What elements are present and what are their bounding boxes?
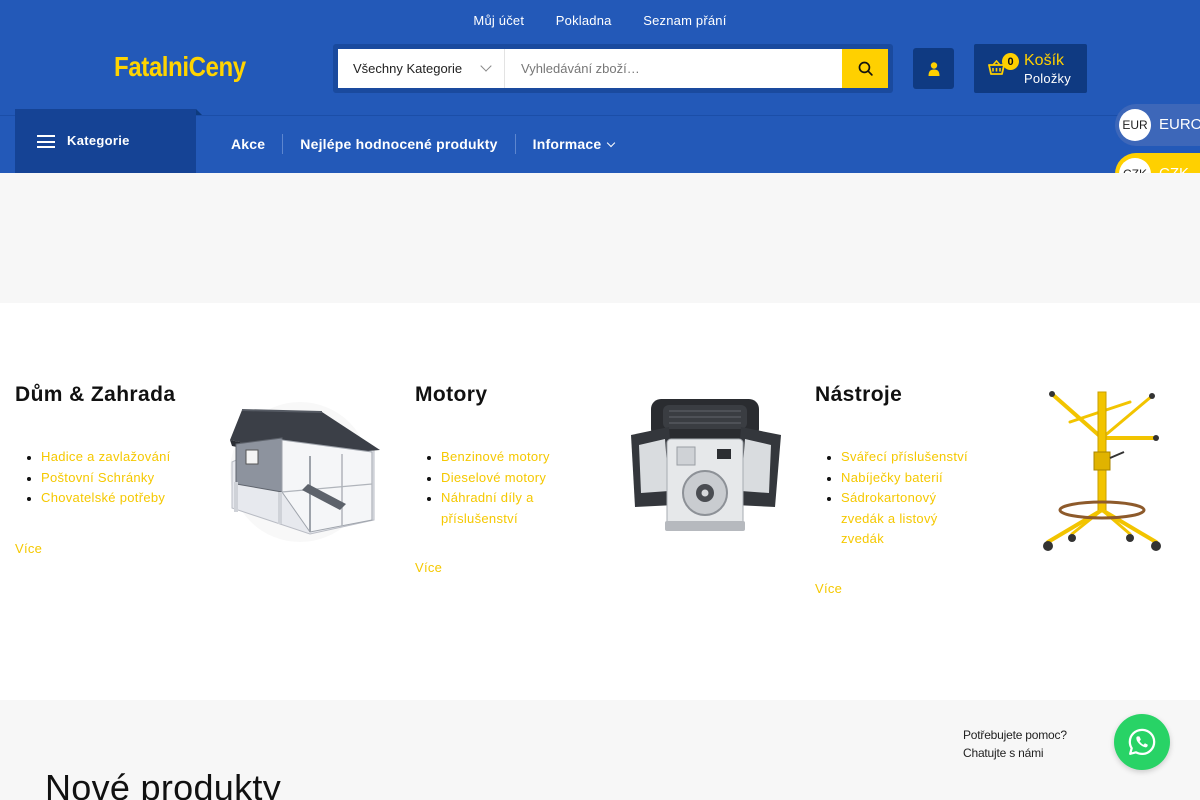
top-link-my-account[interactable]: Můj účet [473,13,524,28]
subcategory-link[interactable]: Sádrokartonový zvedák a listový zvedák [841,488,975,550]
account-button[interactable] [913,48,954,89]
categories-menu-label: Kategorie [67,133,130,148]
search-icon [858,61,873,76]
subcategory-list: Hadice a zavlažování Poštovní Schránky C… [15,447,185,509]
page: Můj účet Pokladna Seznam přání FatalniCe… [0,0,1200,800]
subcategory-link[interactable]: Dieselové motory [441,468,565,489]
nav-item-akce[interactable]: Akce [214,136,282,152]
subcategory-list: Svářecí příslušenství Nabíječky baterií … [815,447,975,550]
subcategory-link[interactable]: Poštovní Schránky [41,468,185,489]
more-link[interactable]: Více [815,581,1200,596]
currency-eur-code: EUR [1119,109,1151,141]
chicken-coop-image[interactable] [212,392,387,552]
categories-menu-button[interactable]: Kategorie [15,109,202,173]
hamburger-icon [37,135,55,148]
user-icon [928,61,939,76]
site-logo[interactable]: FatalniCeny [114,51,246,83]
whatsapp-icon [1128,728,1156,756]
category-select[interactable]: Všechny Kategorie [338,49,505,88]
search-button[interactable] [842,49,888,88]
chevron-down-icon [607,138,616,147]
currency-eur-name: EURO [1159,116,1200,133]
nav-links: Akce Nejlépe hodnocené produkty Informac… [214,121,631,167]
search-bar: Všechny Kategorie [333,44,893,93]
subcategory-list: Benzinové motory Dieselové motory Náhrad… [415,447,565,529]
new-products-title: Nové produkty [45,767,282,800]
engine-image[interactable] [625,395,785,535]
chat-help-line-1: Potřebujete pomoc? [963,728,1067,742]
category-select-value: Všechny Kategorie [353,61,463,76]
subcategory-link[interactable]: Hadice a zavlažování [41,447,185,468]
nav-item-informace-label: Informace [532,136,602,152]
top-link-wishlist[interactable]: Seznam přání [643,13,726,28]
cart-subtitle: Položky [1024,71,1071,86]
more-link[interactable]: Více [415,560,805,575]
nav-item-informace[interactable]: Informace [516,136,632,152]
chevron-down-icon [480,60,492,72]
subcategory-link[interactable]: Nabíječky baterií [841,468,975,489]
top-link-checkout[interactable]: Pokladna [556,13,612,28]
subcategory-link[interactable]: Svářecí příslušenství [841,447,975,468]
chat-help-line-2: Chatujte s námi [963,746,1044,760]
search-inner: Všechny Kategorie [338,49,888,88]
subcategory-link[interactable]: Náhradní díly a příslušenství [441,488,565,529]
subcategory-link[interactable]: Chovatelské potřeby [41,488,185,509]
cart-count-badge: 0 [1002,53,1019,70]
chat-help-text: Potřebujete pomoc? Chatujte s námi [963,726,1067,762]
currency-eur-option[interactable]: EUR EURO [1115,104,1200,146]
top-links: Můj účet Pokladna Seznam přání [0,13,1200,28]
nav-item-top-rated[interactable]: Nejlépe hodnocené produkty [283,136,514,152]
cart-button[interactable]: 0 Košík Položky [974,44,1087,93]
hero-band [0,173,1200,303]
subcategory-link[interactable]: Benzinové motory [441,447,565,468]
drywall-lift-image[interactable] [1030,382,1175,554]
whatsapp-chat-button[interactable] [1114,714,1170,770]
search-input[interactable] [505,49,842,88]
cart-title: Košík [1024,52,1065,69]
